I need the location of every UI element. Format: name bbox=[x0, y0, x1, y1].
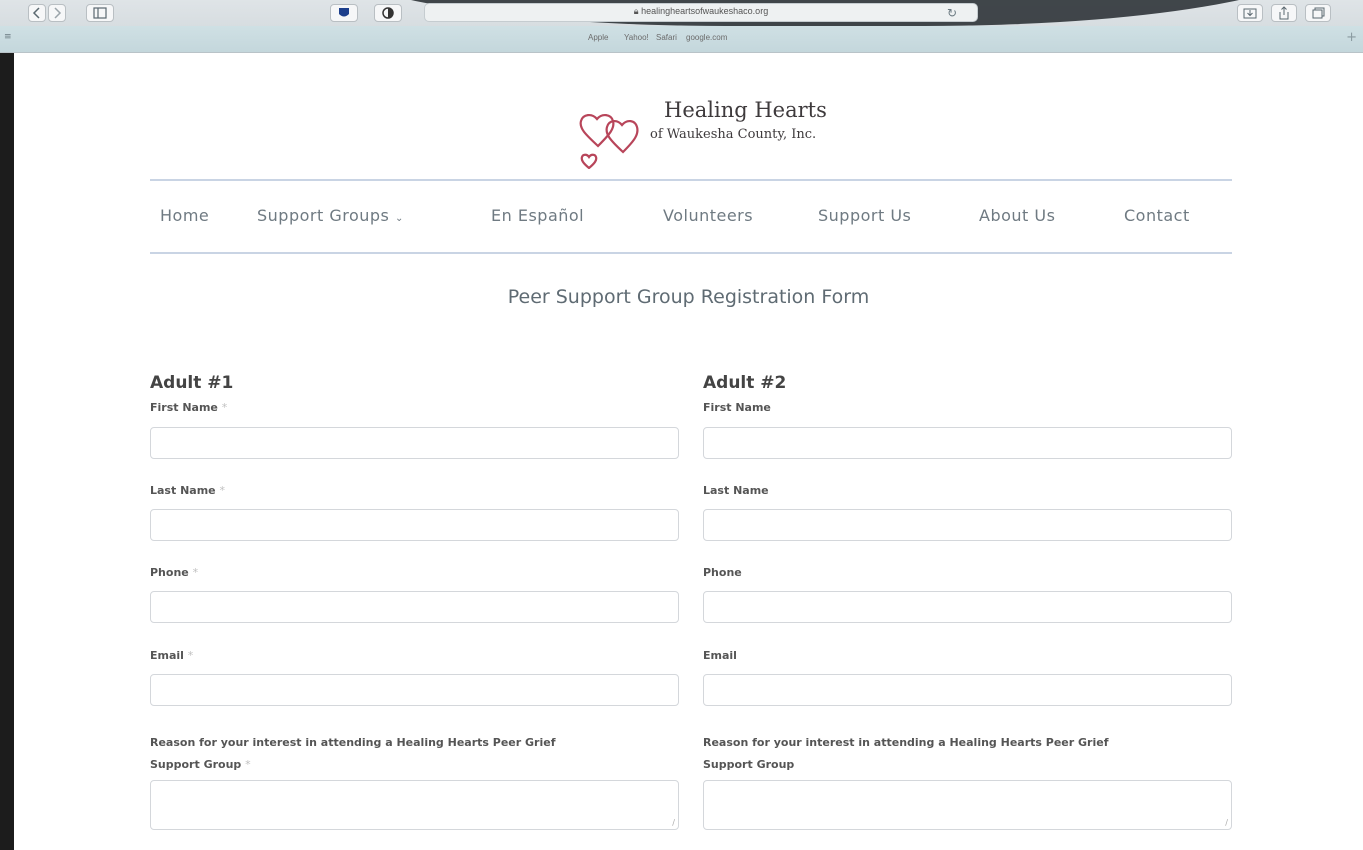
share-icon bbox=[1279, 6, 1289, 20]
main-nav: Home Support Groups ⌄ En Español Volunte… bbox=[150, 179, 1232, 254]
resize-handle-icon[interactable]: ∕ bbox=[672, 818, 675, 827]
logo-subtitle: of Waukesha County, Inc. bbox=[650, 127, 817, 142]
adult2-phone-label: Phone bbox=[703, 566, 742, 579]
nav-volunteers[interactable]: Volunteers bbox=[663, 206, 753, 225]
lock-icon: 🔒︎ bbox=[633, 6, 639, 16]
page-title: Peer Support Group Registration Form bbox=[507, 286, 870, 308]
nav-support-groups-label: Support Groups bbox=[257, 206, 390, 225]
adult2-heading: Adult #2 bbox=[703, 373, 787, 393]
grid-icon[interactable]: ≡ bbox=[4, 32, 12, 42]
plus-icon[interactable]: + bbox=[1346, 30, 1357, 45]
nav-en-espanol[interactable]: En Español bbox=[491, 206, 584, 225]
adult1-phone-label: Phone * bbox=[150, 566, 199, 579]
reader-extension-button[interactable] bbox=[374, 4, 402, 22]
adult2-last-name-field[interactable] bbox=[703, 509, 1232, 541]
ublock-extension-button[interactable] bbox=[330, 4, 358, 22]
sidebar-icon bbox=[93, 7, 107, 19]
reload-icon[interactable]: ↻ bbox=[947, 4, 957, 22]
nav-support-us[interactable]: Support Us bbox=[818, 206, 911, 225]
adult1-email-field[interactable] bbox=[150, 674, 679, 706]
tabs-icon bbox=[1312, 7, 1325, 19]
adult2-first-name-label: First Name bbox=[703, 401, 771, 414]
chevron-right-icon bbox=[54, 7, 62, 19]
chevron-down-icon: ⌄ bbox=[394, 213, 404, 224]
adult1-heading: Adult #1 bbox=[150, 373, 234, 393]
adult1-first-name-field[interactable] bbox=[150, 427, 679, 459]
adult2-reason-label: Reason for your interest in attending a … bbox=[703, 736, 1109, 771]
nav-about-us[interactable]: About Us bbox=[979, 206, 1055, 225]
resize-handle-icon[interactable]: ∕ bbox=[1225, 818, 1228, 827]
logo-title: Healing Hearts bbox=[664, 98, 827, 122]
adult1-reason-textarea[interactable]: ∕ bbox=[150, 780, 679, 830]
half-circle-icon bbox=[382, 7, 394, 19]
adult2-email-label: Email bbox=[703, 649, 737, 662]
shield-icon bbox=[339, 8, 349, 17]
adult2-email-field[interactable] bbox=[703, 674, 1232, 706]
adult2-reason-textarea[interactable]: ∕ bbox=[703, 780, 1232, 830]
adult2-last-name-label: Last Name bbox=[703, 484, 769, 497]
adult2-first-name-field[interactable] bbox=[703, 427, 1232, 459]
adult1-email-label: Email * bbox=[150, 649, 194, 662]
adult1-last-name-field[interactable] bbox=[150, 509, 679, 541]
address-bar[interactable]: 🔒︎ healingheartsofwaukeshaco.org ↻ bbox=[424, 3, 978, 22]
tabs-button[interactable] bbox=[1305, 4, 1331, 22]
forward-button[interactable] bbox=[48, 4, 66, 22]
adult1-phone-field[interactable] bbox=[150, 591, 679, 623]
download-icon bbox=[1243, 8, 1257, 19]
adult1-first-name-label: First Name * bbox=[150, 401, 228, 414]
url-text: 🔒︎ healingheartsofwaukeshaco.org bbox=[633, 6, 769, 16]
adult1-reason-label: Reason for your interest in attending a … bbox=[150, 736, 556, 771]
chevron-left-icon bbox=[32, 7, 40, 19]
nav-support-groups[interactable]: Support Groups ⌄ bbox=[257, 206, 404, 225]
web-page: Healing Hearts of Waukesha County, Inc. … bbox=[14, 53, 1363, 850]
adult1-last-name-label: Last Name * bbox=[150, 484, 225, 497]
nav-contact[interactable]: Contact bbox=[1124, 206, 1190, 225]
sidebar-button[interactable] bbox=[86, 4, 114, 22]
adult2-phone-field[interactable] bbox=[703, 591, 1232, 623]
back-button[interactable] bbox=[28, 4, 46, 22]
download-button[interactable] bbox=[1237, 4, 1263, 22]
share-button[interactable] bbox=[1271, 4, 1297, 22]
nav-home[interactable]: Home bbox=[160, 206, 209, 225]
browser-window: 🔒︎ healingheartsofwaukeshaco.org ↻ ≡ App… bbox=[0, 0, 1363, 850]
